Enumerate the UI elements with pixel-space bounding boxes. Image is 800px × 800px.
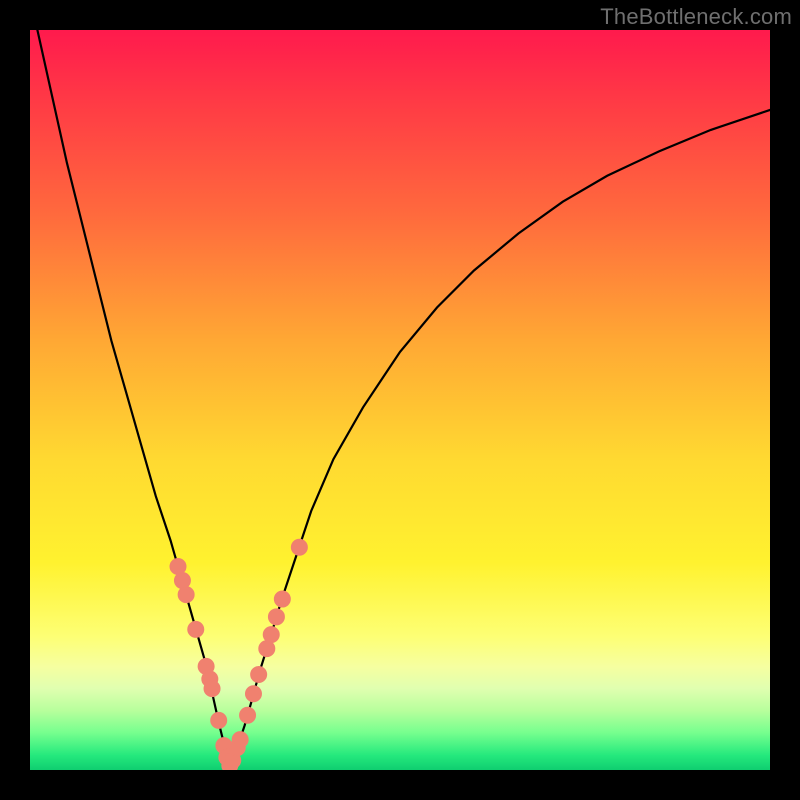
chart-frame: TheBottleneck.com [0, 0, 800, 800]
curve-left-branch [37, 30, 229, 766]
marker-dot [232, 732, 248, 748]
marker-dot [263, 627, 279, 643]
curve-right-branch [230, 110, 770, 766]
curve-svg [30, 30, 770, 770]
marker-dot [240, 707, 256, 723]
marker-dot [174, 573, 190, 589]
marker-dot [291, 539, 307, 555]
marker-dot [259, 641, 275, 657]
marker-dot [245, 686, 261, 702]
marker-dot [188, 621, 204, 637]
marker-dot [178, 587, 194, 603]
marker-dot [268, 609, 284, 625]
plot-area [30, 30, 770, 770]
markers [170, 539, 307, 770]
watermark-text: TheBottleneck.com [600, 4, 792, 30]
marker-dot [204, 681, 220, 697]
marker-dot [274, 591, 290, 607]
marker-dot [170, 559, 186, 575]
marker-dot [211, 712, 227, 728]
marker-dot [251, 667, 267, 683]
